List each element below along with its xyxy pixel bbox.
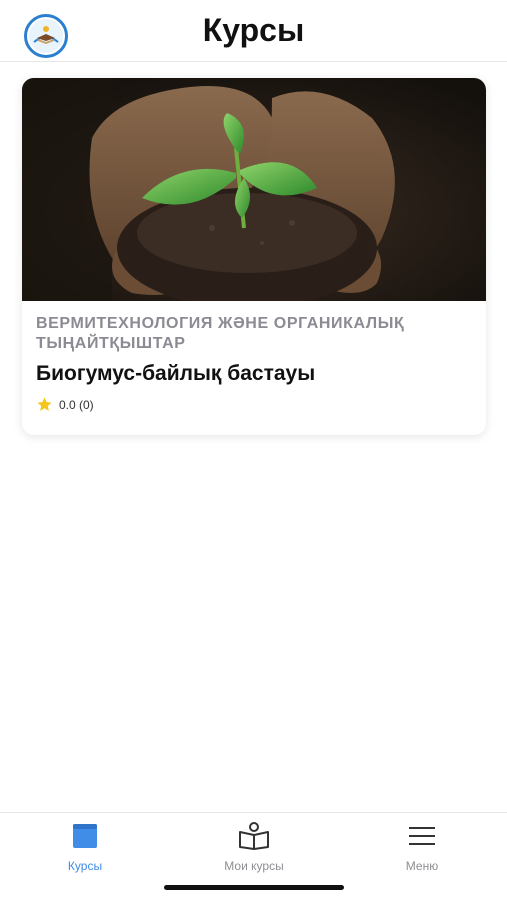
star-icon	[37, 397, 52, 411]
home-indicator[interactable]	[164, 885, 344, 890]
open-book-icon	[238, 821, 270, 851]
tab-menu-label: Меню	[405, 859, 439, 873]
tab-courses-label: Курсы	[67, 859, 103, 873]
course-rating: 0.0 (0)	[36, 396, 94, 413]
course-title: Биогумус-байлық бастауы	[36, 362, 316, 385]
rating-text: 0.0 (0)	[59, 397, 94, 412]
tab-courses[interactable]: Курсы	[30, 821, 140, 873]
seedling-in-soil-image	[22, 78, 486, 301]
tab-menu[interactable]: Меню	[367, 821, 477, 873]
course-image	[22, 78, 486, 301]
tab-my-courses[interactable]: Мои курсы	[199, 821, 309, 873]
course-category: ВЕРМИТЕХНОЛОГИЯ ЖӘНЕ ОРГАНИКАЛЫҚ ТЫҢАЙТҚ…	[36, 315, 405, 352]
menu-icon	[406, 821, 438, 851]
book-icon	[69, 821, 101, 851]
page-title: Курсы	[202, 12, 305, 48]
course-card[interactable]: ВЕРМИТЕХНОЛОГИЯ ЖӘНЕ ОРГАНИКАЛЫҚ ТЫҢАЙТҚ…	[22, 78, 486, 435]
tab-my-courses-label: Мои курсы	[224, 859, 284, 873]
courses-screen: Курсы ВЕРМИТЕХНОЛОГИЯ ЖӘНЕ ОРГАНИКАЛЫҚ Т…	[0, 0, 507, 900]
header: Курсы	[0, 0, 507, 62]
